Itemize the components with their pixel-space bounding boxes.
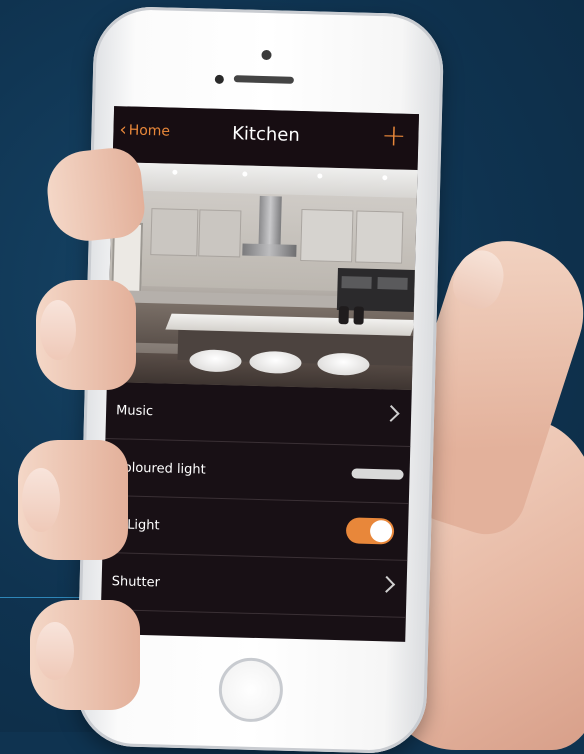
- photo-vase: [338, 306, 349, 325]
- ceiling-light: [317, 173, 323, 179]
- earpiece-speaker: [233, 75, 294, 84]
- list-item-light[interactable]: Light: [102, 495, 409, 561]
- color-slider[interactable]: [351, 468, 404, 480]
- plus-icon[interactable]: +: [381, 118, 407, 154]
- photo-range-hood-base: [242, 243, 297, 257]
- ceiling-light: [172, 169, 178, 175]
- photo-cabinet: [300, 209, 354, 263]
- photo-cabinet: [198, 209, 242, 258]
- photo-oven-window: [377, 277, 408, 290]
- photo-cabinet: [355, 210, 404, 264]
- list-item-label: Shutter: [111, 573, 161, 590]
- ceiling-light: [382, 175, 388, 181]
- toggle-knob: [369, 519, 393, 543]
- light-toggle[interactable]: [345, 517, 395, 545]
- photo-oven-window: [341, 276, 372, 289]
- device-list: Music Coloured light Light Shutter: [100, 381, 412, 618]
- list-item-music[interactable]: Music: [105, 381, 412, 447]
- app-screen: ‹ Home Kitchen + Music Coloured light Li…: [100, 106, 420, 642]
- photo-range-hood: [258, 195, 282, 247]
- fingernail: [22, 468, 60, 532]
- photo-cabinet: [150, 208, 199, 257]
- list-item-shutter[interactable]: Shutter: [100, 552, 408, 618]
- fingernail: [36, 622, 74, 680]
- front-sensor: [261, 49, 272, 61]
- navigation-bar: ‹ Home Kitchen +: [112, 106, 420, 171]
- page-title: Kitchen: [231, 123, 301, 146]
- room-photo: [106, 162, 418, 390]
- list-item-label: Music: [115, 402, 154, 419]
- front-camera: [214, 74, 224, 84]
- list-item-coloured-light[interactable]: Coloured light: [103, 438, 411, 504]
- fingernail: [40, 300, 76, 360]
- photo-ovens: [336, 268, 415, 313]
- photo-vase: [353, 306, 364, 325]
- home-button[interactable]: [218, 657, 284, 723]
